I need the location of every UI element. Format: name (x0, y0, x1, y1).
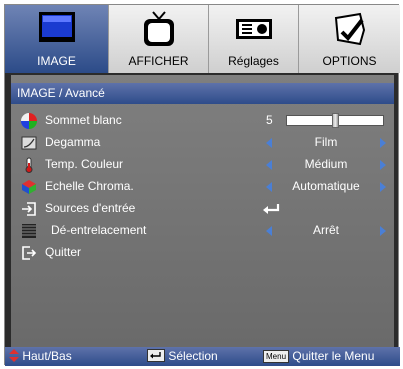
exit-icon (22, 246, 37, 260)
menu-item-label: Quitter (45, 245, 82, 259)
menu-item-label: Echelle Chroma. (45, 179, 134, 193)
menu-item-sommet-blanc[interactable]: Sommet blanc 5 (11, 110, 394, 132)
slider-thumb[interactable] (332, 113, 339, 128)
projector-icon (235, 19, 272, 39)
tv-icon (143, 11, 174, 46)
left-arrow-icon[interactable] (266, 226, 272, 236)
menu-item-temp-couleur[interactable]: Temp. Couleur Médium (11, 154, 394, 176)
tab-label: IMAGE (37, 54, 76, 68)
menu-item-label: Dé-entrelacement (51, 223, 147, 237)
slider-value: 5 (266, 113, 273, 127)
left-arrow-icon[interactable] (266, 138, 272, 148)
menu-item-echelle-chroma[interactable]: Echelle Chroma. Automatique (11, 176, 394, 198)
tab-label: Réglages (228, 54, 279, 68)
select-hint-text: Sélection (168, 349, 218, 363)
tab-options[interactable]: OPTIONS (299, 5, 400, 73)
deinterlace-icon (22, 224, 36, 238)
tab-reglages[interactable]: Réglages (209, 5, 299, 73)
menu-hint: Menu Quitter le Menu (263, 349, 375, 364)
input-source-icon (22, 202, 36, 216)
options-icon (334, 12, 365, 46)
right-arrow-icon[interactable] (380, 160, 386, 170)
menu-hint-text: Quitter le Menu (292, 349, 375, 363)
menu-item-de-entrelacement[interactable]: Dé-entrelacement Arrêt (11, 220, 394, 242)
left-arrow-icon[interactable] (266, 182, 272, 192)
enter-icon[interactable] (261, 202, 281, 216)
footer-help-bar: Haut/Bas Sélection Menu Quitter le Menu (5, 347, 400, 366)
breadcrumb: IMAGE / Avancé (11, 83, 394, 104)
right-arrow-icon[interactable] (380, 226, 386, 236)
nav-hint-text: Haut/Bas (22, 349, 72, 363)
left-arrow-icon[interactable] (266, 160, 272, 170)
tab-image[interactable]: IMAGE (5, 5, 109, 73)
tab-bar: IMAGE AFFICHER Réglages OPTIONS (5, 5, 400, 73)
up-down-arrow-icon (9, 349, 19, 362)
gamma-curve-icon (21, 136, 37, 150)
tab-afficher[interactable]: AFFICHER (109, 5, 209, 73)
menu-item-degamma[interactable]: Degamma Film (11, 132, 394, 154)
option-value: Médium (304, 157, 348, 171)
tab-label: OPTIONS (322, 54, 377, 68)
nav-hint: Haut/Bas (9, 349, 72, 363)
right-arrow-icon[interactable] (380, 182, 386, 192)
option-value: Arrêt (312, 223, 339, 237)
option-value: Automatique (292, 179, 360, 193)
option-value: Film (314, 135, 338, 149)
menu-key-icon: Menu (263, 350, 290, 364)
monitor-icon (38, 12, 75, 42)
select-hint: Sélection (147, 349, 218, 363)
menu-item-quitter[interactable]: Quitter (11, 242, 394, 264)
thermometer-icon (25, 157, 33, 173)
menu-item-label: Temp. Couleur (45, 157, 124, 171)
menu-item-label: Sommet blanc (45, 113, 122, 127)
enter-key-icon (147, 349, 165, 362)
tab-label: AFFICHER (128, 54, 189, 68)
menu-item-sources-entree[interactable]: Sources d'entrée (11, 198, 394, 220)
menu-item-label: Sources d'entrée (45, 201, 136, 215)
menu-item-label: Degamma (45, 135, 101, 149)
menu-content: IMAGE / Avancé Sommet blanc 5 Degamma Fi… (11, 75, 394, 347)
color-wheel-icon (21, 113, 37, 129)
right-arrow-icon[interactable] (380, 138, 386, 148)
white-peak-slider[interactable] (286, 113, 384, 128)
color-cube-icon (22, 180, 36, 194)
osd-menu: IMAGE AFFICHER Réglages OPTIONS IMAGE / … (4, 4, 400, 366)
